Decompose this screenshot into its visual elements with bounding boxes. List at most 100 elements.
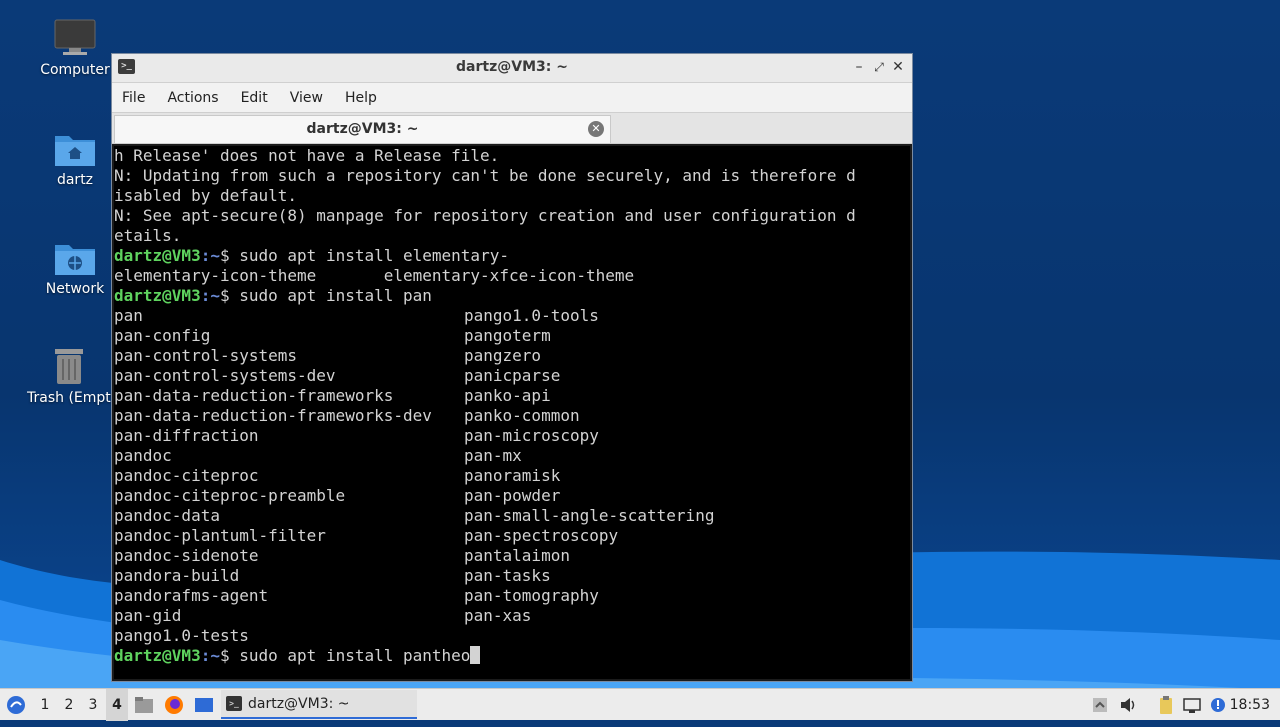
taskbar-task-terminal[interactable]: >_ dartz@VM3: ~	[221, 690, 417, 719]
prompt-line: dartz@VM3:~$ sudo apt install pantheo	[114, 646, 910, 666]
output-line: isabled by default.	[114, 186, 298, 205]
completion-item: pandoc-plantuml-filter	[114, 526, 326, 545]
prompt-line: dartz@VM3:~$ sudo apt install elementary…	[114, 246, 910, 266]
command-text: sudo apt install elementary-	[229, 246, 509, 265]
minimize-button[interactable]: –	[850, 58, 868, 76]
completion-row: pan-control-systems pangzero	[114, 346, 910, 366]
menu-actions[interactable]: Actions	[161, 90, 226, 106]
completion-item: pandoc	[114, 446, 172, 465]
workspace-3[interactable]: 3	[82, 689, 104, 721]
menu-view[interactable]: View	[284, 90, 331, 106]
completion-list: pan pango1.0-tools pan-config pangoterm pan-…	[114, 306, 910, 646]
prompt-user: dartz@VM3	[114, 646, 201, 665]
completion-item: pan-gid	[114, 606, 182, 625]
firefox-icon	[165, 696, 183, 714]
completion-item: pan-config	[114, 326, 211, 345]
terminal-window[interactable]: >_ dartz@VM3: ~ – ⤢ ✕ File Actions Edit …	[111, 53, 913, 682]
completion-item: pan-spectroscopy	[464, 526, 619, 545]
file-manager-launcher[interactable]	[133, 689, 155, 721]
workspace-2[interactable]: 2	[58, 689, 80, 721]
menu-help[interactable]: Help	[339, 90, 385, 106]
completion-row: pandoc-sidenote pantalaimon	[114, 546, 910, 566]
terminal-tab[interactable]: dartz@VM3: ~ ✕	[114, 115, 611, 143]
menu-file[interactable]: File	[116, 90, 153, 106]
completion-item: pandora-build	[114, 566, 240, 585]
output-line: N: Updating from such a repository can't…	[114, 166, 856, 185]
completion-item: pan-xas	[464, 606, 532, 625]
prompt-path: :~	[200, 646, 220, 665]
tab-close-icon[interactable]: ✕	[588, 121, 604, 137]
prompt-user: dartz@VM3	[114, 246, 201, 265]
show-desktop-button[interactable]	[193, 689, 215, 721]
maximize-button[interactable]: ⤢	[870, 58, 888, 76]
completion-row: pandoc-citeproc panoramisk	[114, 466, 910, 486]
clipboard-icon[interactable]	[1156, 695, 1176, 715]
command-input[interactable]: sudo apt install pantheo	[230, 646, 470, 665]
prompt-path: :~	[200, 246, 220, 265]
app-menu-button[interactable]	[4, 689, 28, 721]
completion-item: pandoc-citeproc-preamble	[114, 486, 346, 505]
desktop-icon-label: Trash (Empty)	[27, 390, 111, 406]
trash-icon	[55, 349, 83, 384]
completion-item: panicparse	[464, 366, 561, 385]
close-button[interactable]: ✕	[889, 58, 907, 76]
completion-item: pan-data-reduction-frameworks	[114, 386, 394, 405]
completion-row: pandorafms-agent pan-tomography	[114, 586, 910, 606]
workspace-4[interactable]: 4	[106, 689, 128, 721]
completion-item: pan-tomography	[464, 586, 599, 605]
home-folder-icon	[55, 136, 95, 166]
desktop-icon	[195, 698, 213, 712]
menu-edit[interactable]: Edit	[235, 90, 276, 106]
volume-icon[interactable]	[1118, 695, 1138, 715]
completion-item: pan-microscopy	[464, 426, 599, 445]
completion-row: pan-diffraction pan-microscopy	[114, 426, 910, 446]
completion-item: pango1.0-tests	[114, 626, 249, 645]
completion-item: pan-powder	[464, 486, 561, 505]
completion-row: pan pango1.0-tools	[114, 306, 910, 326]
completion-item: panko-api	[464, 386, 551, 405]
terminal-icon: >_	[226, 696, 242, 711]
output-line: etails.	[114, 226, 182, 245]
completion-row: pandoc-data pan-small-angle-scattering	[114, 506, 910, 526]
completion-row: pango1.0-tests	[114, 626, 910, 646]
completion-row: pan-data-reduction-frameworks-dev panko-c…	[114, 406, 910, 426]
completion-item: pan-diffraction	[114, 426, 259, 445]
completion-row: pan-config pangoterm	[114, 326, 910, 346]
completion-row: pan-gid pan-xas	[114, 606, 910, 626]
completion-item: pan-tasks	[464, 566, 551, 585]
terminal-output[interactable]: h Release' does not have a Release file.…	[114, 146, 910, 679]
window-titlebar[interactable]: >_ dartz@VM3: ~ – ⤢ ✕	[112, 54, 912, 83]
command-text: sudo apt install pan	[229, 286, 432, 305]
completion-item: pan	[114, 306, 143, 325]
prompt-path: :~	[200, 286, 220, 305]
menu-bar: File Actions Edit View Help	[112, 83, 912, 112]
distro-logo-icon	[7, 696, 25, 714]
window-title: dartz@VM3: ~	[456, 59, 568, 75]
workspace-1[interactable]: 1	[34, 689, 56, 721]
completion-item: pan-control-systems-dev	[114, 366, 336, 385]
tab-bar: dartz@VM3: ~ ✕	[112, 112, 912, 144]
firefox-launcher[interactable]	[163, 689, 185, 721]
desktop-icon-home[interactable]: dartz	[27, 128, 123, 188]
desktop-icon-label: Network	[45, 281, 105, 297]
completion-item: pandorafms-agent	[114, 586, 269, 605]
desktop-icon-trash[interactable]: Trash (Empty)	[27, 346, 111, 406]
completion-row: pandora-build pan-tasks	[114, 566, 910, 586]
prompt-symbol: $	[219, 646, 230, 665]
completion-item: panko-common	[464, 406, 580, 425]
notification-icon[interactable]	[1208, 695, 1228, 715]
clock[interactable]: 18:53	[1230, 689, 1270, 721]
desktop-icon-label: Computer	[40, 62, 110, 78]
desktop-icon-computer[interactable]: Computer	[27, 18, 123, 78]
prompt-symbol: $	[219, 246, 230, 265]
completion-row: pan-data-reduction-frameworks panko-api	[114, 386, 910, 406]
taskbar: 1 2 3 4 >_ dartz@VM3: ~ 18:53	[0, 688, 1280, 721]
prompt-symbol: $	[219, 286, 230, 305]
file-manager-icon	[135, 697, 153, 713]
completion-item: pangzero	[464, 346, 542, 365]
tray-expand-icon[interactable]	[1090, 695, 1110, 715]
network-status-icon[interactable]	[1182, 695, 1202, 715]
desktop-icon-network[interactable]: Network	[27, 237, 123, 297]
completion-row: pandoc pan-mx	[114, 446, 910, 466]
tab-label: dartz@VM3: ~	[306, 121, 419, 137]
